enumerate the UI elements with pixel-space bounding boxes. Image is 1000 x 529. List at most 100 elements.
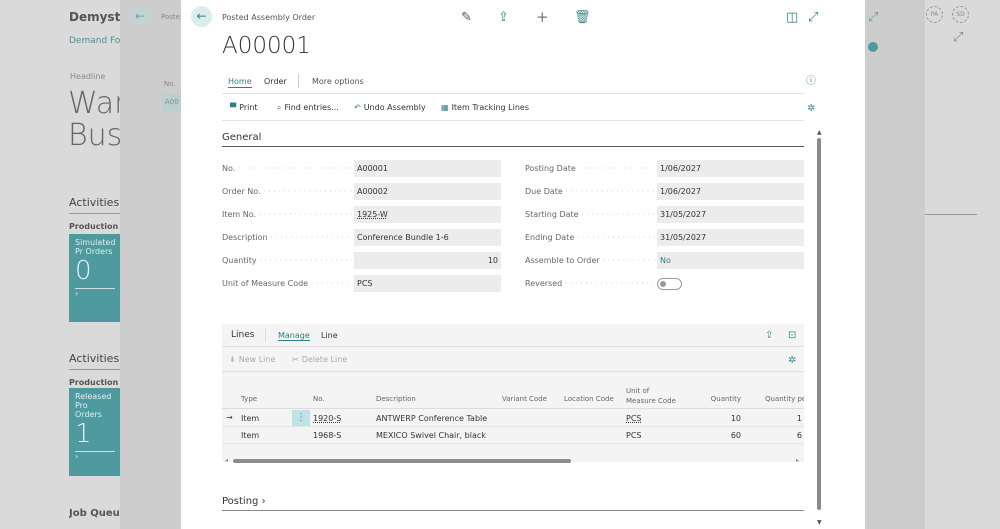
page-caption: Poste <box>161 13 180 21</box>
field-value[interactable]: Conference Bundle 1-6 <box>354 229 501 246</box>
column-header-no[interactable]: No. <box>313 395 325 403</box>
expand-box-icon[interactable]: ⊡ <box>788 329 796 343</box>
new-line-button[interactable]: ⇟ New Line <box>229 355 275 364</box>
cell-type[interactable]: Item <box>241 431 259 440</box>
find-entries-button[interactable]: ⌕ Find entries... <box>277 103 339 113</box>
personalize-pin-icon[interactable]: ✲ <box>807 102 815 116</box>
lines-part: Lines Manage Line ⇪ ⊡ ⇟ New Line ✂ Delete … <box>222 324 804 464</box>
table-row[interactable]: Item 1968-S MEXICO Swivel Chair, black P… <box>222 427 804 444</box>
info-icon[interactable]: ⓘ <box>806 75 816 89</box>
cell-quantity[interactable]: 60 <box>700 431 741 440</box>
undo-assembly-button[interactable]: ↶ Undo Assembly <box>354 103 426 112</box>
row-no-link[interactable]: A00 <box>162 94 182 111</box>
scroll-up-icon[interactable]: ▲ <box>817 129 822 136</box>
avatar[interactable]: SD <box>952 6 969 23</box>
field-label: Description <box>222 233 352 242</box>
divider <box>298 74 299 88</box>
reversed-toggle[interactable] <box>657 278 682 290</box>
print-button[interactable]: ▀ Print <box>230 103 258 112</box>
tab-home[interactable]: Home <box>228 77 252 88</box>
company-name: Demyst 3 <box>69 10 121 24</box>
share-icon[interactable]: ⇪ <box>765 329 773 343</box>
column-header-quantity-per[interactable]: Quantity per <box>765 395 804 403</box>
production-label-1: Production O <box>69 222 121 231</box>
field-value[interactable]: 31/05/2027 <box>657 229 804 246</box>
cell-quantity-per[interactable]: 6 <box>782 431 802 440</box>
column-header-variant-code[interactable]: Variant Code <box>502 395 547 403</box>
scroll-right-icon[interactable]: ▸ <box>796 457 799 464</box>
chevron-right-icon: › <box>261 496 266 507</box>
activities-heading-1: Activities <box>69 196 121 214</box>
cell-quantity[interactable]: 10 <box>700 414 741 423</box>
lines-title: Lines <box>231 330 255 340</box>
column-header-type[interactable]: Type <box>241 395 257 403</box>
field-label: Reversed <box>525 279 655 288</box>
delete-trash-icon[interactable]: 🗑 <box>574 11 591 25</box>
current-row-arrow-icon: → <box>226 413 233 422</box>
field-label: Order No. <box>222 187 352 196</box>
edit-pencil-icon[interactable]: ✎ <box>461 11 472 25</box>
cell-no[interactable]: 1968-S <box>313 431 341 440</box>
open-new-window-icon[interactable]: ◫ <box>786 11 798 25</box>
column-header-description[interactable]: Description <box>376 395 416 403</box>
posting-heading[interactable]: Posting › <box>222 496 804 511</box>
item-tracking-lines-button[interactable]: ▦ Item Tracking Lines <box>441 103 529 112</box>
field-value[interactable]: 1925-W <box>354 206 501 223</box>
field-value[interactable]: 10 <box>354 252 501 269</box>
field-value[interactable]: PCS <box>354 275 501 292</box>
tab-more-options[interactable]: More options <box>312 77 364 86</box>
scroll-left-icon[interactable]: ◂ <box>225 457 228 464</box>
field-label: Due Date <box>525 187 655 196</box>
field-label: Starting Date <box>525 210 655 219</box>
horizontal-scrollbar[interactable] <box>233 459 571 463</box>
tab-order[interactable]: Order <box>264 77 287 86</box>
vertical-scrollbar[interactable] <box>817 138 821 510</box>
column-header-quantity[interactable]: Quantity <box>700 395 741 403</box>
table-row[interactable]: → ⋮ Item 1920-S ANTWERP Conference Table P… <box>222 410 804 427</box>
row-menu-icon[interactable]: ⋮ <box>292 410 310 426</box>
cell-description[interactable]: MEXICO Swivel Chair, black <box>376 431 486 440</box>
new-plus-icon[interactable]: + <box>536 10 549 25</box>
field-value[interactable]: 31/05/2027 <box>657 206 804 223</box>
back-icon[interactable]: ← <box>191 6 212 27</box>
cell-quantity-per[interactable]: 1 <box>782 414 802 423</box>
undo-icon: ↶ <box>354 103 361 112</box>
personalize-pin-icon[interactable]: ✲ <box>788 354 796 368</box>
page-title: A00001 <box>222 33 311 59</box>
field-label: Item No. <box>222 210 352 219</box>
expand-icon[interactable]: ⤢ <box>868 11 878 25</box>
expand-icon[interactable]: ⤢ <box>808 11 818 25</box>
field-value[interactable]: 1/06/2027 <box>657 183 804 200</box>
column-header-uom[interactable]: Unit of Measure Code <box>626 386 678 406</box>
share-icon[interactable]: ⇪ <box>498 11 509 25</box>
cell-no[interactable]: 1920-S <box>313 414 341 423</box>
tile-label: Simulated Pr Orders <box>75 238 116 256</box>
tab-line[interactable]: Line <box>321 331 338 340</box>
field-label: Posting Date <box>525 164 655 173</box>
avatar[interactable]: PA <box>926 6 943 23</box>
tile-released-orders[interactable]: Released Pro Orders 1 › <box>69 388 121 476</box>
new-line-icon: ⇟ <box>229 355 236 364</box>
expand-icon[interactable]: ⤢ <box>953 31 963 45</box>
tile-simulated-orders[interactable]: Simulated Pr Orders 0 › <box>69 234 121 322</box>
field-value[interactable]: 1/06/2027 <box>657 160 804 177</box>
column-header-location-code[interactable]: Location Code <box>564 395 614 403</box>
tab-manage[interactable]: Manage <box>278 331 310 341</box>
cell-description[interactable]: ANTWERP Conference Table <box>376 414 487 423</box>
cell-uom[interactable]: PCS <box>626 414 642 423</box>
field-value[interactable]: No <box>657 252 804 269</box>
find-icon: ⌕ <box>277 103 282 112</box>
tile-value: 0 <box>75 256 92 286</box>
delete-line-button[interactable]: ✂ Delete Line <box>292 355 347 364</box>
info-dot-icon <box>868 42 878 52</box>
field-label: Assemble to Order <box>525 256 655 265</box>
cell-uom[interactable]: PCS <box>626 431 642 440</box>
nav-link[interactable]: Demand For <box>69 36 121 46</box>
delete-line-icon: ✂ <box>292 355 299 364</box>
field-value[interactable]: A00002 <box>354 183 501 200</box>
headline-line1: War <box>68 86 121 121</box>
cell-type[interactable]: Item <box>241 414 259 423</box>
back-icon[interactable]: ← <box>130 6 150 26</box>
field-value[interactable]: A00001 <box>354 160 501 177</box>
scroll-down-icon[interactable]: ▼ <box>817 519 822 526</box>
